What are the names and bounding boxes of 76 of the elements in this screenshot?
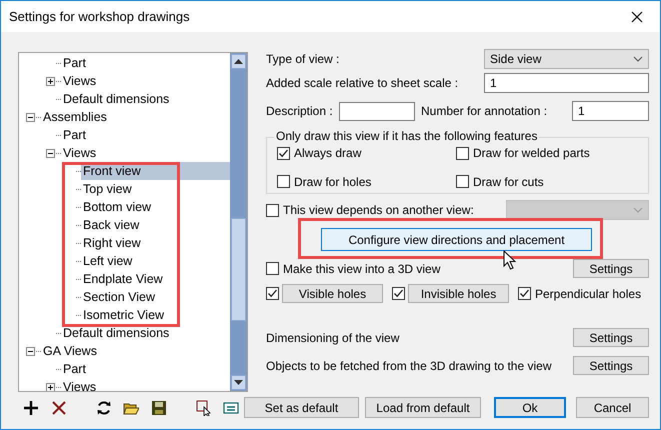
dialog-button[interactable]: Set as default <box>244 397 359 418</box>
annotation-number-field[interactable]: 1 <box>572 101 649 121</box>
checkbox-label: Draw for cuts <box>473 174 544 189</box>
tree-item[interactable]: Section View <box>81 288 158 306</box>
comment-icon[interactable] <box>223 400 239 416</box>
scrollbar-thumb[interactable] <box>231 218 246 321</box>
checkbox[interactable] <box>277 146 290 160</box>
field-label: Added scale relative to sheet scale : <box>266 76 460 90</box>
configure-button[interactable]: Configure view directions and placement <box>321 228 592 251</box>
field-label: Type of view : <box>266 52 340 66</box>
tree-item[interactable]: Endplate View <box>81 270 165 288</box>
tree-item[interactable]: Default dimensions <box>61 324 172 342</box>
expand-icon[interactable] <box>46 76 55 86</box>
checkbox[interactable] <box>266 262 279 275</box>
expand-icon[interactable] <box>46 382 55 391</box>
tree-item[interactable]: Left view <box>81 252 134 270</box>
checkbox[interactable] <box>277 175 290 188</box>
description-field[interactable] <box>339 102 415 120</box>
holes-button[interactable]: Invisible holes <box>408 284 509 303</box>
select-region-icon[interactable] <box>196 400 212 416</box>
tree-item[interactable]: Views <box>61 72 98 90</box>
checkbox[interactable] <box>456 175 469 188</box>
chevron-down-icon <box>633 56 643 62</box>
checkbox-label: Make this view into a 3D view <box>283 262 442 276</box>
tree-item[interactable]: Views <box>61 378 98 391</box>
window-title: Settings for workshop drawings <box>9 9 190 24</box>
scale-field[interactable]: 1 <box>484 73 649 93</box>
tree-item[interactable]: Part <box>61 360 88 378</box>
close-icon[interactable] <box>631 10 643 22</box>
dialog-button[interactable]: Load from default <box>365 397 481 418</box>
checkbox[interactable] <box>392 287 405 300</box>
settings-button[interactable]: Settings <box>573 259 649 278</box>
settings-button[interactable]: Settings <box>573 328 649 347</box>
collapse-icon[interactable] <box>26 346 35 356</box>
checkbox-label: Draw for welded parts <box>473 146 590 160</box>
checkbox[interactable] <box>518 287 531 300</box>
checkbox[interactable] <box>456 146 469 160</box>
checkbox-label: Draw for holes <box>294 174 372 189</box>
refresh-icon[interactable] <box>96 400 112 416</box>
field-label: Number for annotation : <box>421 104 548 118</box>
tree-item[interactable]: Bottom view <box>81 198 154 216</box>
section-label: Dimensioning of the view <box>266 330 400 344</box>
tree-item[interactable]: Part <box>61 126 88 144</box>
tree-item[interactable]: Default dimensions <box>61 90 172 108</box>
checkbox-label: Always draw <box>294 146 362 160</box>
mouse-pointer-icon <box>503 250 517 270</box>
tree-item[interactable]: Isometric View <box>81 306 166 324</box>
collapse-icon[interactable] <box>26 112 35 122</box>
tree-item[interactable]: Part <box>61 54 88 72</box>
checkbox-label: This view depends on another view: <box>283 203 475 217</box>
tree-item[interactable]: GA Views <box>41 342 99 360</box>
dialog-button[interactable]: Cancel <box>576 397 649 418</box>
delete-icon[interactable] <box>51 400 67 416</box>
view-type-dropdown[interactable]: Side view <box>484 49 649 69</box>
tree-item[interactable]: Right view <box>81 234 143 252</box>
collapse-icon[interactable] <box>46 148 55 158</box>
checkbox-label: Perpendicular holes <box>535 286 642 300</box>
save-icon[interactable] <box>151 400 167 416</box>
up-arrow-icon <box>234 59 243 64</box>
settings-button[interactable]: Settings <box>573 356 649 375</box>
plus-icon[interactable] <box>23 400 39 416</box>
group-title: Only draw this view if it has the following features <box>274 129 540 143</box>
checkbox[interactable] <box>266 287 279 300</box>
section-label: Objects to be fetched from the 3D drawing to the view <box>266 358 552 372</box>
scroll-up-button[interactable] <box>231 54 246 69</box>
tree-item[interactable]: Views <box>61 144 98 162</box>
tree-item[interactable]: Back view <box>81 216 142 234</box>
scroll-down-button[interactable] <box>231 375 246 390</box>
chevron-down-icon <box>633 207 643 213</box>
dialog-button[interactable]: Ok <box>494 397 566 418</box>
tree-item[interactable]: Assemblies <box>41 108 109 126</box>
tree-item[interactable]: Top view <box>81 180 134 198</box>
down-arrow-icon <box>234 380 243 385</box>
checkbox[interactable] <box>266 204 279 216</box>
holes-button[interactable]: Visible holes <box>282 284 383 303</box>
field-label: Description : <box>266 104 334 118</box>
